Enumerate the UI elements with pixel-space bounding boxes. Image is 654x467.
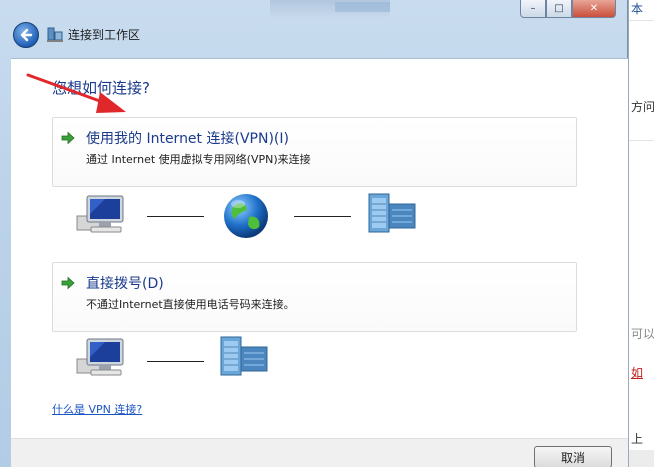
window-title: 连接到工作区 — [68, 28, 141, 42]
minimize-button[interactable]: – — [520, 0, 546, 18]
server-icon — [220, 336, 268, 376]
green-arrow-icon — [61, 131, 75, 145]
option-vpn-title: 使用我的 Internet 连接(VPN)(I) — [86, 131, 289, 147]
caption-buttons: – □ ✕ — [520, 0, 616, 18]
page-question: 您想如何连接? — [52, 79, 150, 97]
background-footer — [629, 450, 654, 467]
option-vpn-description: 通过 Internet 使用虚拟专用网络(VPN)来连接 — [86, 153, 311, 166]
option-dialup-title: 直接拨号(D) — [86, 276, 164, 292]
background-text: 本 — [631, 2, 644, 16]
cancel-button[interactable]: 取消 — [534, 446, 612, 467]
divider — [629, 140, 654, 141]
back-arrow-icon — [20, 28, 33, 42]
workplace-network-icon — [47, 27, 63, 42]
option-dialup[interactable]: 直接拨号(D) 不通过Internet直接使用电话号码来连接。 — [52, 262, 577, 332]
connection-line — [147, 216, 204, 217]
connection-line — [294, 216, 351, 217]
background-text: 方问 — [631, 100, 654, 114]
content-panel: 您想如何连接? 使用我的 Internet 连接(VPN)(I) 通过 Inte… — [11, 58, 628, 438]
background-text: 可以 — [631, 327, 654, 341]
divider — [629, 20, 654, 21]
close-button[interactable]: ✕ — [572, 0, 616, 18]
maximize-button[interactable]: □ — [546, 0, 572, 18]
background-text: 如 — [631, 366, 644, 380]
option-vpn[interactable]: 使用我的 Internet 连接(VPN)(I) 通过 Internet 使用虚… — [52, 117, 577, 187]
background-window: 本 方问 可以 如 上 — [628, 0, 654, 467]
frame-decoration — [335, 2, 390, 12]
background-text: 上 — [631, 432, 644, 446]
option-dialup-description: 不通过Internet直接使用电话号码来连接。 — [86, 298, 295, 311]
server-icon — [368, 193, 416, 233]
globe-icon — [224, 194, 268, 238]
computer-icon — [76, 338, 124, 376]
connection-line — [147, 361, 204, 362]
back-button[interactable] — [13, 22, 39, 48]
computer-icon — [76, 195, 124, 233]
green-arrow-icon — [61, 276, 75, 290]
vpn-help-link[interactable]: 什么是 VPN 连接? — [52, 401, 142, 417]
